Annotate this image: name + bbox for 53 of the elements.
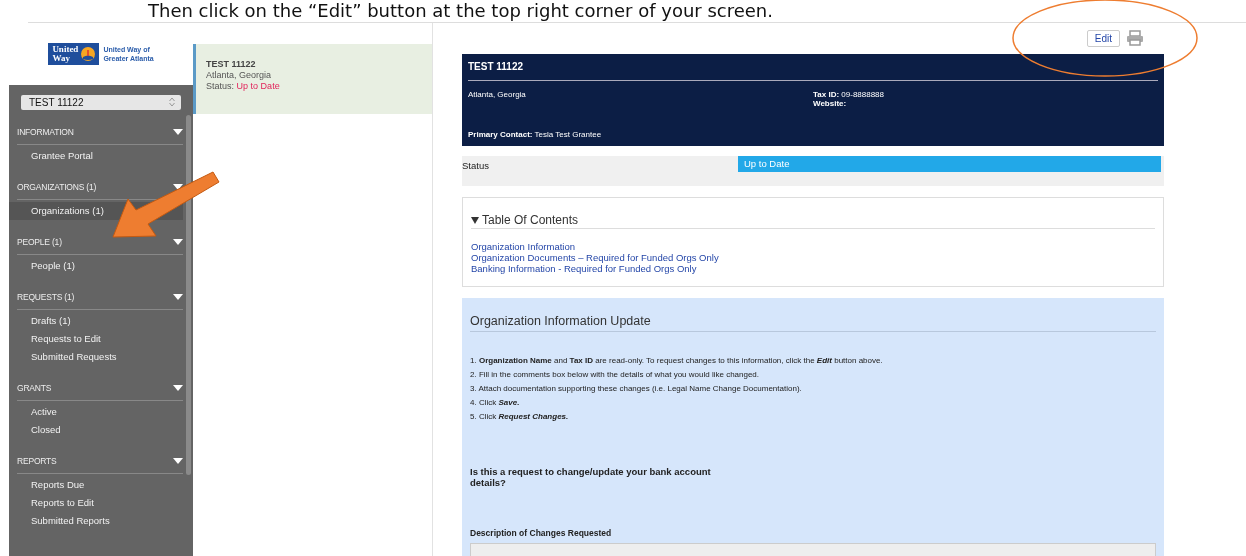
section-header[interactable]: PEOPLE (1) (17, 236, 62, 247)
sidebar-item[interactable]: Reports Due (9, 476, 184, 494)
logo-mark: United Way (48, 43, 100, 65)
organization-select[interactable]: TEST 11122 (21, 95, 182, 110)
toc-link[interactable]: Organization Information (471, 241, 1155, 252)
caret-icon[interactable] (173, 293, 184, 300)
edit-button[interactable]: Edit (1086, 30, 1120, 47)
primary-contact: Primary Contact: Tesla Test Grantee (468, 130, 602, 139)
instruction-step: 1. Organization Name and Tax ID are read-only. To request changes to this information, click the Edit button above. (470, 354, 1156, 368)
instruction-step: 5. Click Request Changes. (470, 410, 1156, 424)
status-value: Up to Date (738, 156, 1161, 172)
sidebar-item[interactable]: Submitted Requests (9, 348, 184, 366)
sidebar-item[interactable]: Reports to Edit (9, 494, 184, 512)
organization-location: Atlanta, Georgia (468, 90, 526, 99)
instruction-step: 2. Fill in the comments box below with the details of what you would like changed. (470, 368, 1156, 382)
website-label: Website: (813, 99, 847, 108)
up-down-arrows-icon (169, 97, 176, 107)
caret-icon[interactable] (173, 457, 184, 464)
section-header[interactable]: GRANTS (17, 382, 52, 393)
record-card[interactable]: TEST 11122 Atlanta, Georgia Status: Up to Date (193, 44, 432, 114)
tax-id: Tax ID: 09-8888888 (813, 90, 885, 99)
description-field[interactable] (470, 543, 1156, 556)
sidebar-item[interactable]: People (1) (9, 257, 184, 275)
section-header[interactable]: REQUESTS (1) (17, 291, 75, 302)
field-label: Description of Changes Requested (470, 528, 613, 538)
scrollbar[interactable] (186, 115, 192, 475)
record-status: Status: Up to Date (206, 81, 280, 91)
record-location: Atlanta, Georgia (206, 70, 272, 80)
caret-icon[interactable] (173, 183, 184, 190)
record-name: TEST 11122 (206, 59, 256, 69)
section-header[interactable]: REPORTS (17, 455, 57, 466)
sidebar-item[interactable]: Closed (9, 421, 184, 439)
section-header[interactable]: ORGANIZATIONS (1) (17, 181, 97, 192)
sidebar-item[interactable]: Submitted Reports (9, 512, 184, 530)
status-label: Status (462, 160, 489, 171)
panel-title: Organization Information Update (470, 314, 1156, 332)
section-header[interactable]: INFORMATION (17, 126, 74, 137)
instruction-step: 3. Attach documentation supporting these changes (i.e. Legal Name Change Documentation). (470, 382, 1156, 396)
instruction-caption: Then click on the “Edit” button at the top right corner of your screen. (28, 0, 1246, 23)
caret-icon[interactable] (471, 216, 479, 224)
question-label: Is this a request to change/update your bank account details? (470, 466, 712, 488)
caret-icon[interactable] (173, 384, 184, 391)
sidebar-item[interactable]: Requests to Edit (9, 330, 184, 348)
instruction-step: 4. Click Save. (470, 396, 1156, 410)
toc-link[interactable]: Organization Documents – Required for Funded Orgs Only (471, 252, 1155, 263)
sidebar-item[interactable]: Grantee Portal (9, 147, 184, 165)
organization-name: TEST 11122 (468, 61, 1158, 81)
toc-link[interactable]: Banking Information - Required for Funded Orgs Only (471, 263, 1155, 274)
printer-icon[interactable] (1126, 30, 1144, 47)
caret-icon[interactable] (173, 128, 184, 135)
sidebar-item[interactable]: Active (9, 403, 184, 421)
sidebar-item[interactable]: Drafts (1) (9, 312, 184, 330)
toc-title: Table Of Contents (482, 213, 579, 227)
